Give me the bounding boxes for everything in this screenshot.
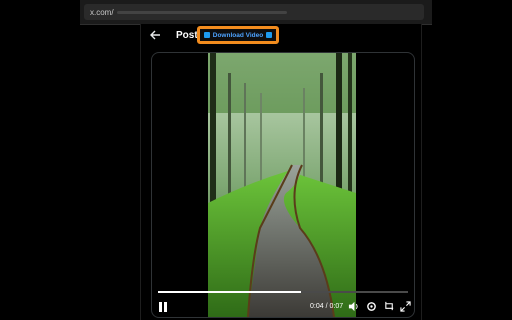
url-text: x.com/ [90,7,114,17]
extension-badge-icon [203,32,210,38]
fullscreen-icon[interactable] [400,301,411,312]
extension-badge-icon-right [266,32,273,38]
duration: 0:07 [329,303,344,310]
volume-icon[interactable] [348,301,359,312]
address-bar[interactable]: x.com/ [84,4,424,20]
url-redacted [116,10,287,14]
post-header: Post Download Video [141,24,421,50]
video-controls: 0:04 / 0:07 [152,297,414,317]
post-panel: Post Download Video 0:04 / 0:07 [140,24,422,320]
back-arrow-icon[interactable] [149,29,161,41]
pause-icon[interactable] [158,301,168,313]
time-separator: / [325,303,328,310]
playback-time: 0:04 / 0:07 [310,303,343,310]
download-video-button[interactable]: Download Video [197,26,279,44]
picture-in-picture-icon[interactable] [384,301,395,312]
current-time: 0:04 [310,303,324,310]
video-player[interactable]: 0:04 / 0:07 [151,52,415,318]
progress-fill [158,291,301,293]
browser-toolbar: x.com/ [80,0,432,25]
download-video-label: Download Video [212,31,264,39]
video-frame[interactable] [208,53,356,317]
progress-bar[interactable] [158,291,408,293]
page-title: Post [176,30,198,41]
settings-icon[interactable] [366,301,377,312]
